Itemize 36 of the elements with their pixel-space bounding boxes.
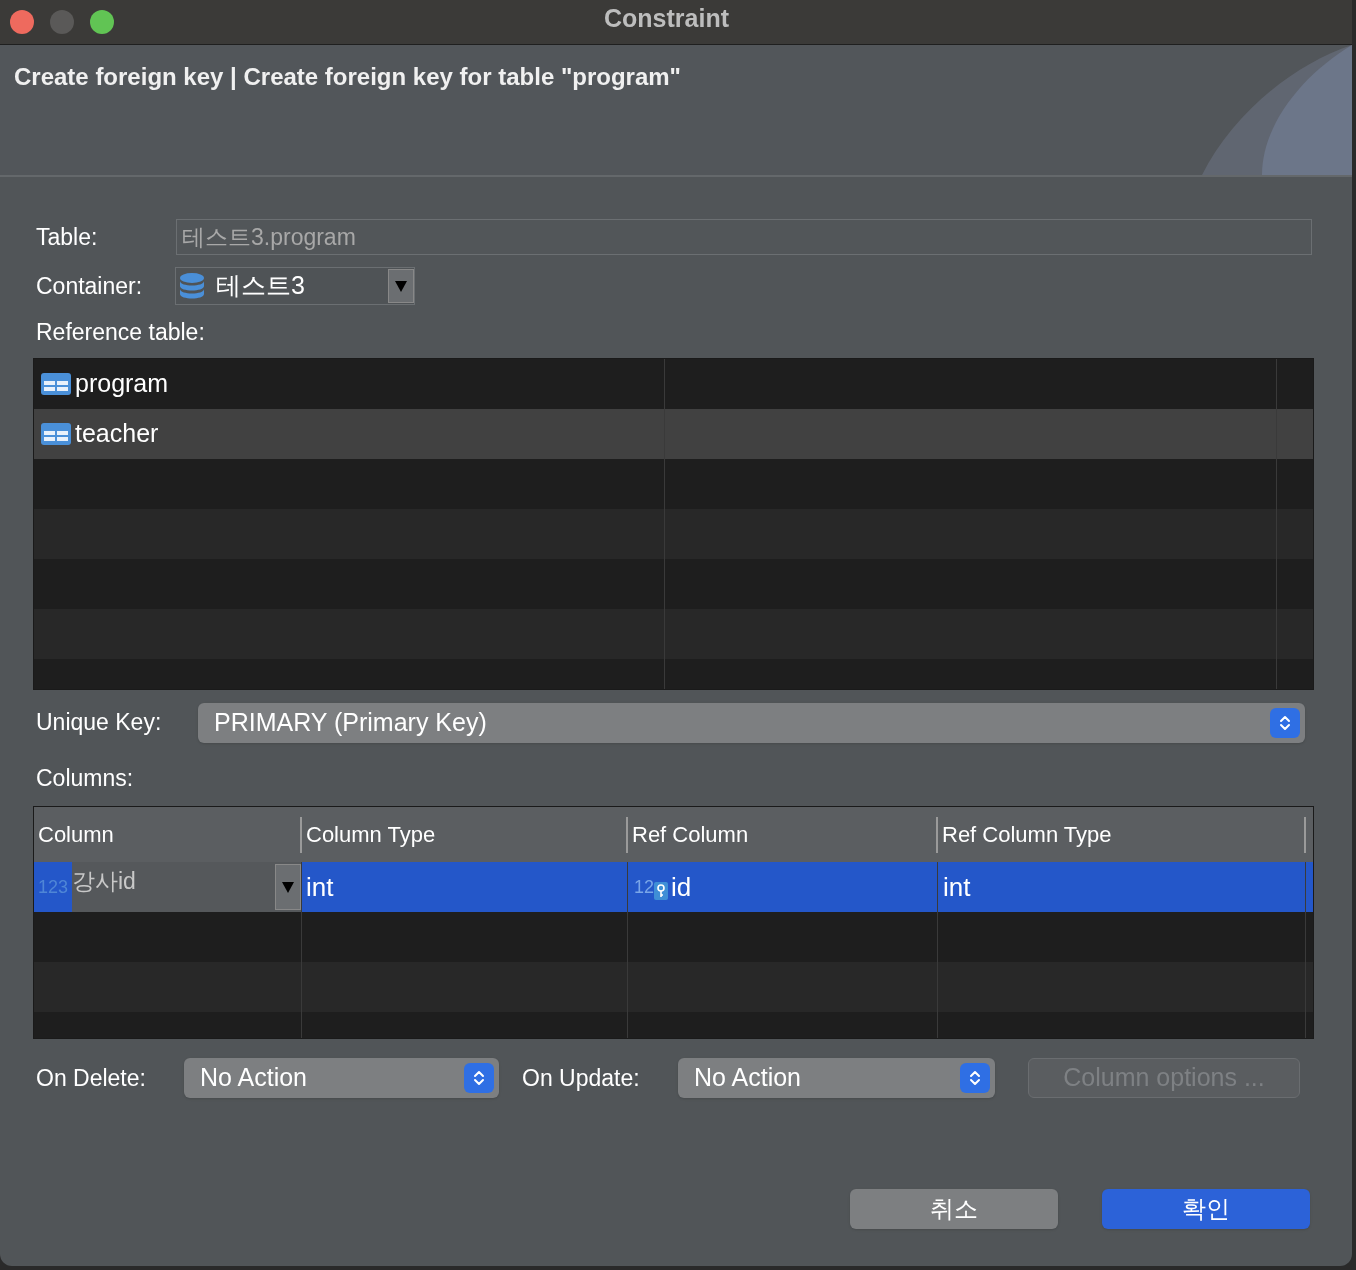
zoom-button[interactable] bbox=[90, 10, 114, 34]
stepper-icon bbox=[960, 1063, 990, 1093]
select-dropdown[interactable]: No Action bbox=[184, 1058, 499, 1098]
column-type-cell-text: int bbox=[306, 870, 334, 904]
ref-column-cell-text: id bbox=[671, 870, 692, 904]
dialog-button[interactable]: 확인 bbox=[1102, 1189, 1310, 1229]
key-icon bbox=[654, 881, 669, 900]
close-button[interactable] bbox=[10, 10, 34, 34]
container-dropdown[interactable]: 테스트3 bbox=[175, 267, 415, 305]
column-header[interactable]: Ref Column Type bbox=[942, 818, 1112, 851]
window-title: Constraint bbox=[604, 3, 729, 34]
column-header[interactable]: Ref Column bbox=[632, 818, 749, 851]
dialog-heading: Create foreign key | Create foreign key for table "program" bbox=[14, 62, 681, 92]
reference-table-row[interactable]: teacher bbox=[34, 408, 1313, 459]
dialog-button[interactable]: 취소 bbox=[850, 1189, 1058, 1229]
container-label: Container: bbox=[35, 271, 144, 301]
columns-label: Columns: bbox=[35, 763, 135, 793]
stepper-icon bbox=[1270, 707, 1300, 738]
select-dropdown[interactable]: No Action bbox=[678, 1058, 995, 1098]
table-name: teacher bbox=[75, 417, 159, 449]
unique-key-label: Unique Key: bbox=[35, 708, 163, 738]
column-dropdown[interactable]: 강사id bbox=[72, 862, 301, 912]
database-icon bbox=[178, 272, 206, 300]
select-dropdown[interactable]: PRIMARY (Primary Key) bbox=[198, 702, 1305, 743]
on-update-label: On Update: bbox=[522, 1063, 641, 1093]
reference-table-label: Reference table: bbox=[35, 318, 206, 347]
on-delete-label: On Delete: bbox=[35, 1063, 147, 1093]
table-icon bbox=[41, 372, 71, 395]
table-name: program bbox=[75, 367, 169, 399]
column-header[interactable]: Column bbox=[38, 818, 114, 851]
number-type-icon: 12 bbox=[634, 873, 655, 901]
column-header[interactable]: Column Type bbox=[306, 818, 436, 851]
table-icon bbox=[41, 422, 71, 445]
stepper-icon bbox=[464, 1063, 494, 1093]
ref-column-type-cell-text: int bbox=[943, 870, 971, 904]
table-label: Table: bbox=[35, 222, 99, 252]
